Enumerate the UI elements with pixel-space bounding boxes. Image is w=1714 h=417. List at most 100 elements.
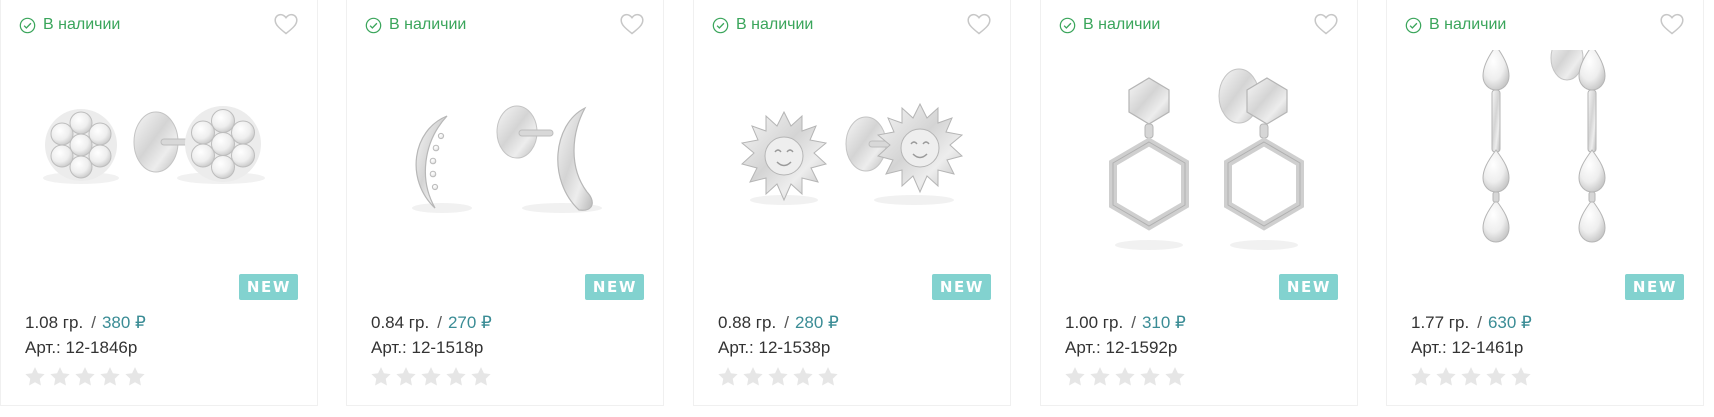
check-circle-icon [1059,17,1076,34]
star-icon[interactable] [1410,366,1432,387]
flower-stud-earrings-image [43,106,265,184]
product-image[interactable] [11,50,309,270]
stock-status: В наличии [365,16,466,34]
rating-stars[interactable] [24,366,146,387]
separator: / [784,313,789,332]
new-badge: NEW [584,274,644,300]
weight: 0.88 гр. [718,313,777,332]
separator: / [1477,313,1482,332]
star-icon[interactable] [420,366,442,387]
rating-stars[interactable] [1064,366,1186,387]
star-icon[interactable] [1164,366,1186,387]
product-image[interactable] [1397,50,1695,270]
product-image[interactable] [357,50,655,270]
star-icon[interactable] [792,366,814,387]
star-icon[interactable] [1114,366,1136,387]
price: 380 ₽ [101,313,146,332]
product-image[interactable] [1051,50,1349,270]
star-icon[interactable] [124,366,146,387]
heart-outline-icon [273,12,299,36]
heart-outline-icon [1659,12,1685,36]
weight-price: 1.77 гр. / 630 ₽ [1411,313,1532,333]
crystal-drop-earrings-image [1482,50,1606,243]
price: 280 ₽ [794,313,839,332]
star-icon[interactable] [717,366,739,387]
favorite-button[interactable] [273,12,299,36]
favorite-button[interactable] [1659,12,1685,36]
star-icon[interactable] [1510,366,1532,387]
favorite-button[interactable] [966,12,992,36]
stock-label: В наличии [389,16,467,33]
heart-outline-icon [619,12,645,36]
stock-status: В наличии [19,16,120,34]
new-badge: NEW [238,274,298,300]
favorite-button[interactable] [1313,12,1339,36]
star-icon[interactable] [1435,366,1457,387]
stock-label: В наличии [736,16,814,33]
rating-stars[interactable] [1410,366,1532,387]
price: 310 ₽ [1141,313,1186,332]
weight-price: 0.88 гр. / 280 ₽ [718,313,839,333]
new-badge: NEW [1278,274,1338,300]
new-badge: NEW [931,274,991,300]
star-icon[interactable] [470,366,492,387]
star-icon[interactable] [1485,366,1507,387]
rating-stars[interactable] [717,366,839,387]
check-circle-icon [1405,17,1422,34]
weight-price: 0.84 гр. / 270 ₽ [371,313,492,333]
star-icon[interactable] [74,366,96,387]
check-circle-icon [365,17,382,34]
star-icon[interactable] [370,366,392,387]
sun-stud-earrings-image [740,102,964,205]
rating-stars[interactable] [370,366,492,387]
stock-label: В наличии [1083,16,1161,33]
weight: 0.84 гр. [371,313,430,332]
price: 270 ₽ [447,313,492,332]
star-icon[interactable] [49,366,71,387]
star-icon[interactable] [1460,366,1482,387]
weight-price: 1.08 гр. / 380 ₽ [25,313,146,333]
stock-label: В наличии [43,16,121,33]
weight: 1.77 гр. [1411,313,1470,332]
product-card[interactable]: В наличии [693,0,1011,406]
star-icon[interactable] [1089,366,1111,387]
stock-status: В наличии [1405,16,1506,34]
check-circle-icon [712,17,729,34]
article-number: Арт.: 12-1538р [718,338,831,357]
star-icon[interactable] [767,366,789,387]
stock-status: В наличии [712,16,813,34]
article-number: Арт.: 12-1592р [1065,338,1178,357]
heart-outline-icon [1313,12,1339,36]
product-card[interactable]: В наличии [1040,0,1358,406]
article-number: Арт.: 12-1518р [371,338,484,357]
separator: / [1131,313,1136,332]
star-icon[interactable] [817,366,839,387]
product-card[interactable]: В наличии [346,0,664,406]
hexagon-drop-earrings-image [1109,68,1304,250]
product-image[interactable] [704,50,1002,270]
star-icon[interactable] [24,366,46,387]
weight: 1.08 гр. [25,313,84,332]
weight: 1.00 гр. [1065,313,1124,332]
separator: / [437,313,442,332]
weight-price: 1.00 гр. / 310 ₽ [1065,313,1186,333]
product-card[interactable]: В наличии [1386,0,1704,406]
new-badge: NEW [1624,274,1684,300]
check-circle-icon [19,17,36,34]
favorite-button[interactable] [619,12,645,36]
star-icon[interactable] [1064,366,1086,387]
stock-status: В наличии [1059,16,1160,34]
product-grid: В наличии NEW 1.08 гр. / 380 ₽ Арт.: 12-… [0,0,1714,417]
star-icon[interactable] [1139,366,1161,387]
star-icon[interactable] [395,366,417,387]
article-number: Арт.: 12-1461р [1411,338,1524,357]
product-card[interactable]: В наличии [0,0,318,406]
moon-stud-earrings-image [412,105,602,213]
article-number: Арт.: 12-1846р [25,338,138,357]
heart-outline-icon [966,12,992,36]
star-icon[interactable] [742,366,764,387]
star-icon[interactable] [445,366,467,387]
star-icon[interactable] [99,366,121,387]
price: 630 ₽ [1487,313,1532,332]
separator: / [91,313,96,332]
